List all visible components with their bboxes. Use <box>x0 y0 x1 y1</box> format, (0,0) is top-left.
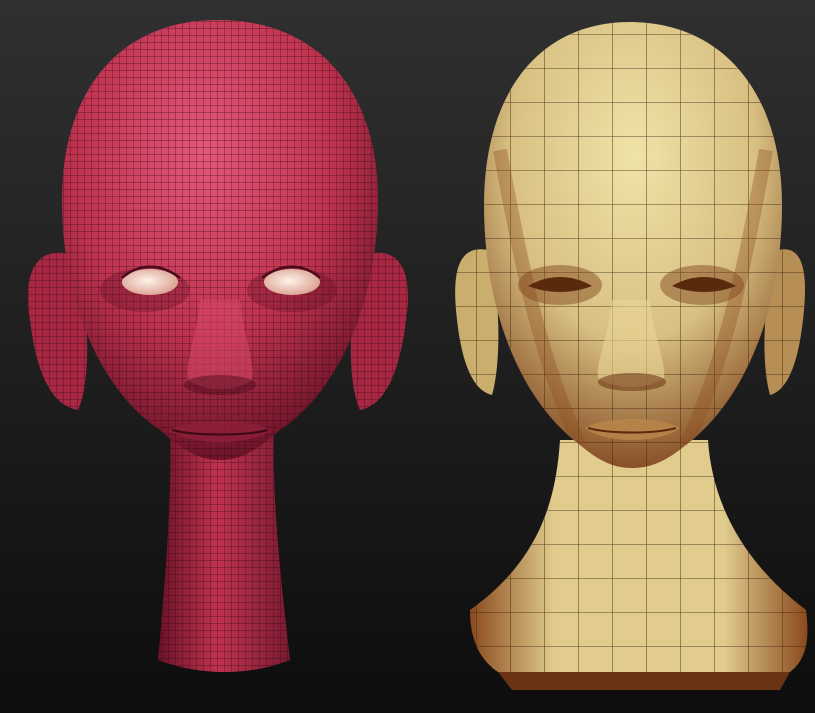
render-canvas <box>0 0 815 713</box>
viewport <box>0 0 815 713</box>
